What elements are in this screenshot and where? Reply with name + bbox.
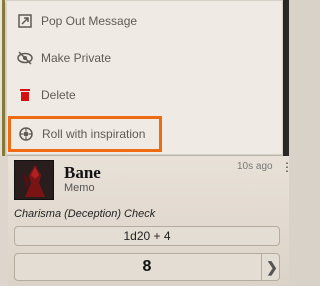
trash-icon bbox=[15, 85, 35, 105]
menu-item-label: Roll with inspiration bbox=[42, 127, 146, 141]
chat-message-body: Bane Memo 10s ago ⋮ Charisma (Deception)… bbox=[8, 156, 293, 286]
roll-flavor: Charisma (Deception) Check bbox=[14, 208, 156, 220]
menu-item-label: Pop Out Message bbox=[41, 14, 138, 28]
chat-accent-bar bbox=[2, 0, 5, 156]
pop-out-icon bbox=[15, 11, 35, 31]
eye-slash-icon bbox=[15, 48, 35, 68]
roll-formula[interactable]: 1d20 + 4 bbox=[14, 226, 280, 246]
menu-item-pop-out[interactable]: Pop Out Message bbox=[7, 3, 282, 39]
inspiration-icon bbox=[16, 124, 36, 144]
chevron-right-icon[interactable]: ❯ bbox=[261, 253, 282, 281]
menu-item-label: Make Private bbox=[41, 51, 112, 65]
menu-item-roll-inspiration[interactable]: Roll with inspiration bbox=[8, 116, 162, 152]
avatar bbox=[14, 160, 54, 200]
message-options-icon[interactable]: ⋮ bbox=[281, 160, 293, 174]
roll-total-value: 8 bbox=[142, 258, 152, 275]
chat-scrollbar[interactable] bbox=[283, 0, 289, 156]
speaker-name: Bane bbox=[64, 163, 101, 182]
speaker-subtitle: Memo bbox=[64, 182, 95, 194]
menu-item-label: Delete bbox=[41, 88, 76, 102]
menu-item-delete[interactable]: Delete bbox=[7, 77, 282, 113]
roll-total[interactable]: 8 ❯ bbox=[14, 253, 280, 281]
message-timestamp: 10s ago bbox=[237, 161, 273, 172]
context-menu: Pop Out Message Make Private Delete Roll… bbox=[6, 0, 283, 155]
menu-item-make-private[interactable]: Make Private bbox=[7, 40, 282, 76]
chat-message: Bane Memo 10s ago ⋮ Charisma (Deception)… bbox=[0, 156, 293, 286]
roll-formula-text: 1d20 + 4 bbox=[123, 229, 171, 243]
